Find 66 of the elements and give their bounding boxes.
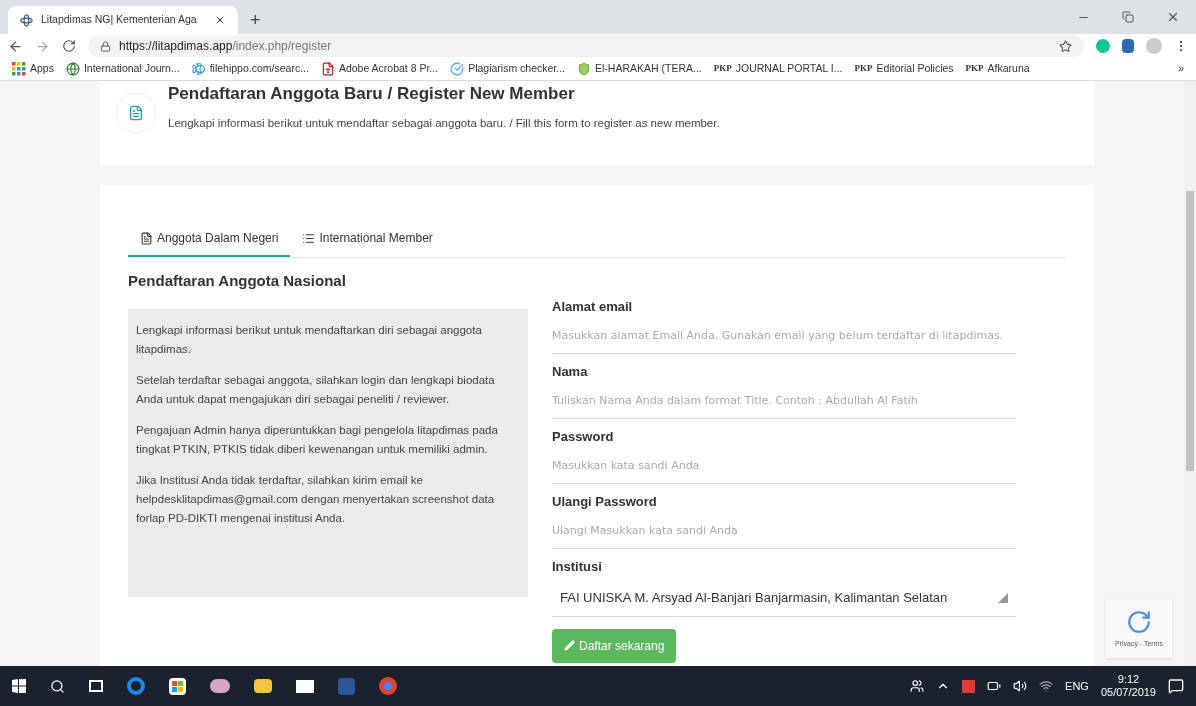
page-title: Pendaftaran Anggota Baru / Register New Member xyxy=(168,83,576,105)
close-icon[interactable] xyxy=(1166,10,1180,24)
flower-logo-icon xyxy=(20,13,33,27)
info-paragraph: Setelah terdaftar sebagai anggota, silahkan login dan lengkapi biodata Anda untuk dapat mengajukan diri sebagai peneliti / reviewer. xyxy=(136,372,496,407)
document-icon xyxy=(140,231,153,245)
battery-icon[interactable] xyxy=(987,679,1002,693)
info-paragraph: Pengajuan Admin hanya diperuntukkan bagi pengelola litapdimas pada tingkat PTKIN, PTKIS tidak diberi kewenangan untuk memiliki admin. xyxy=(136,422,499,457)
bookmark[interactable]: PKP JOURNAL PORTAL I... xyxy=(713,61,843,77)
fish-icon xyxy=(191,62,206,76)
globe-icon xyxy=(65,62,80,76)
bookmark[interactable]: El-HARAKAH (TERA... xyxy=(577,61,702,77)
wifi-icon[interactable] xyxy=(1039,679,1054,693)
pencil-icon xyxy=(564,640,575,651)
shield-icon xyxy=(577,62,591,76)
lock-icon xyxy=(100,40,111,52)
info-paragraph: Jika Institusi Anda tidak terdaftar, silahkan kirim email ke helpdesklitapdimas@gmail.com dengan menyertakan screenshot data forlap PD-DIKTI mengenai institusi Anda. xyxy=(136,472,496,526)
bookmark[interactable]: Apps xyxy=(12,61,54,77)
url-text: https://litapdimas.app/index.php/register xyxy=(119,38,332,55)
dropdown-corner-icon xyxy=(998,592,1008,603)
task-view-icon[interactable] xyxy=(89,680,103,692)
input-field[interactable]: Masukkan alamat Email Anda. Gunakan email yang belum terdaftar di litapdimas. xyxy=(552,320,1016,354)
pkp-logo: PKP xyxy=(713,62,732,76)
document-icon xyxy=(320,62,335,76)
bookmark[interactable]: filehippo.com/searc... xyxy=(191,61,309,77)
bookmark[interactable]: International Journ... xyxy=(65,61,180,77)
input-field[interactable]: Ulangi Masukkan kata sandi Anda xyxy=(552,515,1016,549)
field-label: Ulangi Password xyxy=(552,492,658,511)
bookmark[interactable]: PKP Afkaruna xyxy=(965,61,1030,77)
pkp-logo: PKP xyxy=(854,62,873,76)
tab[interactable]: International Member xyxy=(290,221,445,257)
field-label: Password xyxy=(552,427,615,446)
clock[interactable]: 9:12 05/07/2019 xyxy=(1100,673,1156,699)
language-indicator[interactable]: ENG xyxy=(1065,677,1089,695)
browser-tab[interactable]: Litapdimas NG| Kementerian Aga xyxy=(8,6,238,34)
windows-logo-icon[interactable] xyxy=(12,679,26,693)
page-subtitle: Lengkapi informasi berikut untuk mendaftar sebagai anggota baru. / Fill this form to register as new member. xyxy=(168,115,720,131)
circle-icon xyxy=(450,62,465,76)
store-bag-icon[interactable] xyxy=(169,677,186,695)
tab[interactable]: Anggota Dalam Negeri xyxy=(128,221,291,257)
info-paragraph: Lengkapi informasi berikut untuk mendaftarkan diri sebagai anggota litapdimas. xyxy=(136,322,483,357)
close-tab-icon[interactable] xyxy=(214,14,226,26)
bookmark[interactable]: PKP Editorial Policies xyxy=(854,61,954,77)
more-bookmarks[interactable]: » xyxy=(1178,61,1184,77)
people-icon[interactable] xyxy=(910,679,925,693)
bookmark[interactable]: Plagiarism checker... xyxy=(450,61,565,77)
reload-icon[interactable] xyxy=(62,39,76,53)
input-field[interactable]: Masukkan kata sandi Anda xyxy=(552,450,1016,484)
notification-icon[interactable] xyxy=(1168,678,1184,694)
new-tab-button[interactable]: + xyxy=(238,6,273,34)
input-field[interactable]: Tuliskan Nama Anda dalam format Title. Contoh : Abdullah Al Fatih xyxy=(552,385,1016,419)
field-label: Institusi xyxy=(552,557,603,576)
search-icon[interactable] xyxy=(50,678,65,694)
field-label: Alamat email xyxy=(552,297,634,316)
apps-grid-icon xyxy=(12,62,26,76)
restore-icon[interactable] xyxy=(1122,11,1134,23)
back-icon[interactable] xyxy=(8,38,23,54)
list-icon xyxy=(302,231,316,245)
star-icon[interactable] xyxy=(1059,39,1072,53)
section-title: Pendaftaran Anggota Nasional xyxy=(128,271,347,291)
institution-select[interactable]: FAI UNISKA M. Arsyad Al-Banjari Banjarmasin, Kalimantan Selatan xyxy=(552,580,1016,617)
pkp-logo: PKP xyxy=(965,62,984,76)
scrollbar[interactable] xyxy=(1184,81,1196,666)
field-label: Nama xyxy=(552,362,589,381)
address-bar[interactable]: https://litapdimas.app/index.php/register xyxy=(88,35,1084,57)
speaker-icon[interactable] xyxy=(1013,679,1028,693)
bookmark[interactable]: Adobe Acrobat 8 Pr... xyxy=(320,61,439,77)
